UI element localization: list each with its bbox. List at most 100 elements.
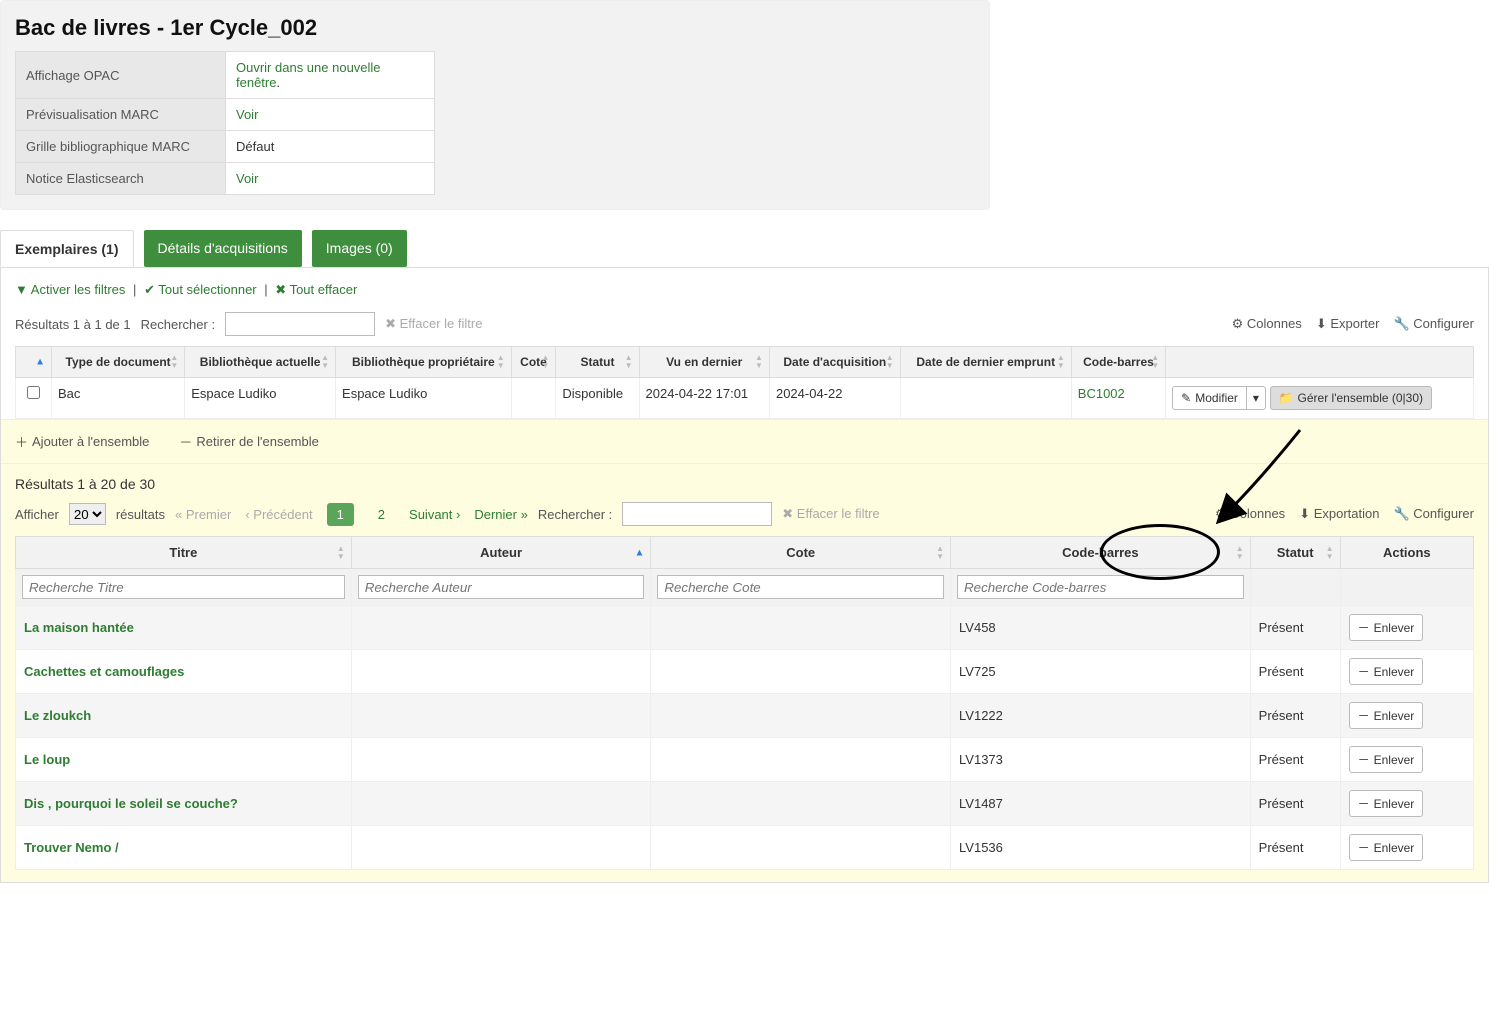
minus-icon: － (1358, 619, 1370, 636)
remove-button[interactable]: － Enlever (1349, 834, 1424, 861)
page-prev[interactable]: ‹ Précédent (245, 507, 312, 522)
column-header[interactable]: Titre▲▼ (16, 537, 352, 569)
page-title: Bac de livres - 1er Cycle_002 (15, 15, 975, 41)
x-icon: ✖ (275, 282, 286, 297)
sort-icon: ▲▼ (1236, 545, 1244, 561)
remove-button[interactable]: － Enlever (1349, 790, 1424, 817)
edit-button[interactable]: ✎ Modifier (1172, 386, 1246, 410)
title-link[interactable]: Cachettes et camouflages (24, 664, 184, 679)
add-to-bundle-button[interactable]: ＋ Ajouter à l'ensemble (15, 432, 149, 451)
column-filter-input[interactable] (657, 575, 944, 599)
barcode-link[interactable]: BC1002 (1078, 386, 1125, 401)
sort-icon: ▲▼ (1151, 354, 1159, 370)
column-header[interactable]: Actions (1340, 537, 1473, 569)
column-header[interactable]: Cote▲▼ (651, 537, 951, 569)
column-header[interactable]: Cote▲▼ (511, 347, 556, 378)
page-1[interactable]: 1 (327, 503, 354, 526)
bundle-columns-button[interactable]: ⚙ Colonnes (1215, 506, 1285, 522)
pencil-icon: ✎ (1181, 391, 1191, 405)
bundle-clear-filter[interactable]: ✖ Effacer le filtre (782, 506, 879, 522)
column-header[interactable]: Code-barres▲▼ (1071, 347, 1165, 378)
minus-icon: － (1358, 707, 1370, 724)
column-header[interactable]: ▲ (16, 347, 52, 378)
author-cell (351, 606, 651, 650)
page-next[interactable]: Suivant › (409, 507, 460, 522)
title-link[interactable]: Le loup (24, 752, 70, 767)
meta-link[interactable]: Ouvrir dans une nouvelle fenêtre (236, 60, 381, 90)
page-2[interactable]: 2 (368, 503, 395, 526)
sort-icon: ▲▼ (170, 354, 178, 370)
remove-button[interactable]: － Enlever (1349, 658, 1424, 685)
status-cell: Présent (1250, 826, 1340, 870)
meta-value[interactable]: Voir (226, 163, 435, 195)
meta-link[interactable]: Voir (236, 107, 258, 122)
bundle-configure-button[interactable]: 🔧 Configurer (1393, 506, 1474, 522)
tab[interactable]: Images (0) (312, 230, 407, 267)
status-cell: Présent (1250, 782, 1340, 826)
status-cell: Présent (1250, 606, 1340, 650)
title-link[interactable]: Trouver Nemo / (24, 840, 119, 855)
columns-button[interactable]: ⚙ Colonnes (1232, 316, 1302, 332)
row-checkbox[interactable] (27, 386, 40, 399)
meta-value[interactable]: Voir (226, 99, 435, 131)
items-search-input[interactable] (225, 312, 375, 336)
x-icon: ✖ (782, 506, 793, 521)
minus-icon: － (1358, 663, 1370, 680)
column-header[interactable]: Bibliothèque actuelle▲▼ (185, 347, 336, 378)
clear-filter-link[interactable]: ✖ Effacer le filtre (385, 316, 482, 332)
title-link[interactable]: Dis , pourquoi le soleil se couche? (24, 796, 238, 811)
page-first[interactable]: « Premier (175, 507, 231, 522)
cote-cell (511, 378, 556, 419)
author-cell (351, 694, 651, 738)
column-header[interactable]: Date d'acquisition▲▼ (769, 347, 900, 378)
column-header[interactable]: Auteur▲ (351, 537, 651, 569)
download-icon: ⬇ (1316, 316, 1327, 331)
column-filter-input[interactable] (358, 575, 645, 599)
bundle-search-input[interactable] (622, 502, 772, 526)
last-loan-cell (900, 378, 1071, 419)
barcode-cell: LV1487 (951, 782, 1251, 826)
configure-button[interactable]: 🔧 Configurer (1393, 316, 1474, 332)
column-header[interactable]: Date de dernier emprunt▲▼ (900, 347, 1071, 378)
column-header[interactable]: Statut▲▼ (1250, 537, 1340, 569)
column-filter-input[interactable] (22, 575, 345, 599)
download-icon: ⬇ (1299, 506, 1310, 521)
wrench-icon: 🔧 (1393, 506, 1409, 521)
barcode-cell: LV725 (951, 650, 1251, 694)
sort-icon: ▲▼ (936, 545, 944, 561)
remove-from-bundle-button[interactable]: － Retirer de l'ensemble (179, 432, 318, 451)
manage-bundle-button[interactable]: 📁 Gérer l'ensemble (0|30) (1270, 386, 1432, 410)
activate-filters-link[interactable]: ▼ Activer les filtres (15, 282, 125, 297)
page-last[interactable]: Dernier » (474, 507, 527, 522)
title-link[interactable]: La maison hantée (24, 620, 134, 635)
remove-button[interactable]: － Enlever (1349, 746, 1424, 773)
column-header[interactable]: Type de document▲▼ (52, 347, 185, 378)
tab[interactable]: Détails d'acquisitions (144, 230, 302, 267)
acq-date-cell: 2024-04-22 (769, 378, 900, 419)
remove-button[interactable]: － Enlever (1349, 702, 1424, 729)
column-header[interactable] (1166, 347, 1474, 378)
title-link[interactable]: Le zloukch (24, 708, 91, 723)
sort-icon: ▲▼ (497, 354, 505, 370)
per-page-select[interactable]: 20 (69, 503, 106, 525)
column-header[interactable]: Vu en dernier▲▼ (639, 347, 769, 378)
tab[interactable]: Exemplaires (1) (0, 230, 134, 267)
clear-all-link[interactable]: ✖ Tout effacer (275, 282, 357, 297)
column-header[interactable]: Code-barres▲▼ (951, 537, 1251, 569)
sort-icon: ▲▼ (541, 354, 549, 370)
column-filter-input[interactable] (957, 575, 1244, 599)
bundle-results-section: Résultats 1 à 20 de 30 Afficher 20 résul… (1, 463, 1488, 882)
meta-link[interactable]: Voir (236, 171, 258, 186)
tabs-bar: Exemplaires (1) Détails d'acquisitions Ima… (0, 230, 1489, 267)
select-all-link[interactable]: ✔ Tout sélectionner (144, 282, 257, 297)
meta-value[interactable]: Ouvrir dans une nouvelle fenêtre. (226, 52, 435, 99)
export-button[interactable]: ⬇ Exporter (1316, 316, 1380, 332)
meta-label: Grille bibliographique MARC (16, 131, 226, 163)
check-icon: ✔ (144, 282, 155, 297)
remove-button[interactable]: － Enlever (1349, 614, 1424, 641)
edit-caret-button[interactable]: ▾ (1246, 386, 1266, 410)
bundle-action-bar: ＋ Ajouter à l'ensemble － Retirer de l'en… (1, 419, 1488, 463)
bundle-export-button[interactable]: ⬇ Exportation (1299, 506, 1379, 522)
column-header[interactable]: Statut▲▼ (556, 347, 639, 378)
column-header[interactable]: Bibliothèque propriétaire▲▼ (336, 347, 512, 378)
